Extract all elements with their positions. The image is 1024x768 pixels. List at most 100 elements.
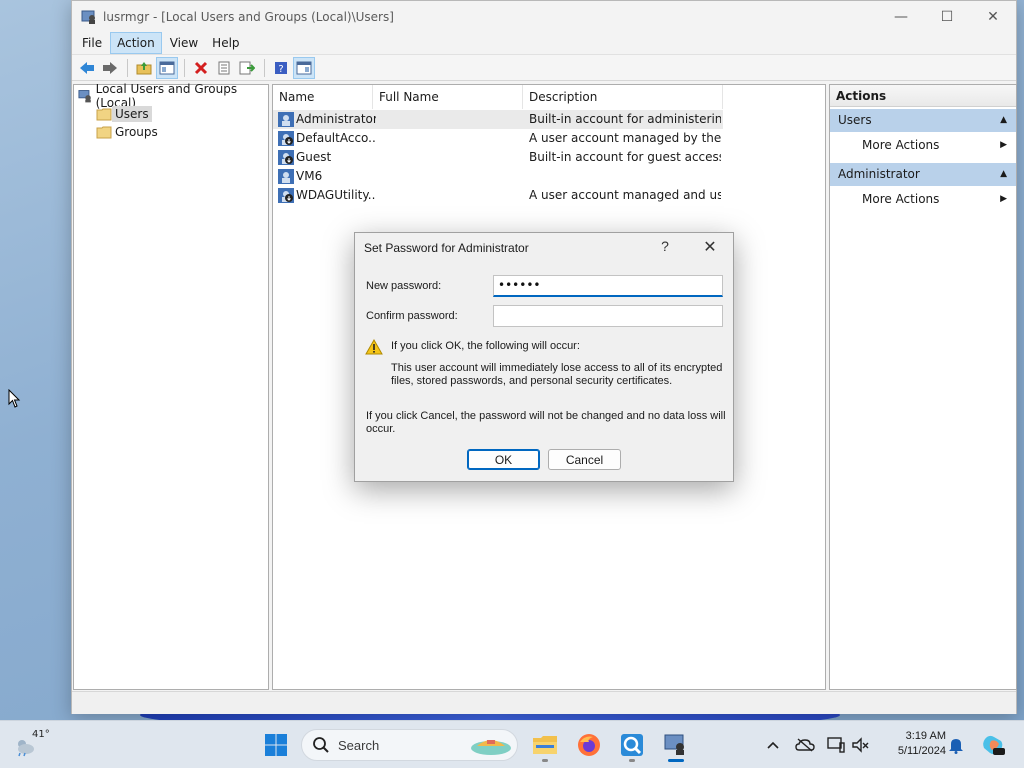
mouse-cursor-icon — [8, 389, 21, 408]
firefox-button[interactable] — [571, 727, 607, 763]
menu-bar: File Action View Help — [72, 32, 1016, 54]
forward-arrow-icon[interactable] — [99, 57, 121, 79]
user-icon — [278, 169, 294, 184]
menu-file[interactable]: File — [76, 33, 108, 53]
copilot-icon — [983, 735, 1005, 755]
volume-button[interactable] — [851, 735, 871, 755]
ok-button[interactable]: OK — [467, 449, 540, 470]
toolbar-separator — [184, 58, 185, 77]
active-indicator — [668, 759, 684, 762]
cell-full-name — [379, 110, 519, 129]
toolbar: ? — [72, 54, 1016, 81]
administrator-more-actions[interactable]: More Actions ▶ — [830, 187, 1016, 211]
running-indicator — [629, 759, 635, 762]
cell-name: WDAGUtility... — [296, 188, 376, 202]
tree-item-users[interactable]: Users — [96, 105, 152, 123]
warning-heading: If you click OK, the following will occu… — [391, 340, 580, 352]
collapse-up-icon[interactable]: ▲ — [1000, 163, 1007, 186]
properties-icon[interactable] — [213, 57, 235, 79]
export-list-icon[interactable] — [236, 57, 258, 79]
cancel-button[interactable]: Cancel — [548, 449, 621, 470]
table-row[interactable]: Administrator Built-in account for admin… — [273, 110, 723, 129]
network-button[interactable] — [826, 735, 846, 755]
table-row[interactable]: WDAGUtility... A user account managed an… — [273, 186, 723, 205]
computer-management-button[interactable] — [658, 727, 694, 763]
more-actions-label: More Actions — [862, 138, 940, 152]
cell-name: VM6 — [296, 169, 323, 183]
search-highlight-icon — [471, 740, 511, 755]
dialog-help-button[interactable]: ? — [655, 238, 675, 254]
confirm-password-field[interactable] — [493, 305, 723, 327]
tree-item-groups[interactable]: Groups — [96, 123, 161, 141]
copilot-button[interactable] — [980, 732, 1006, 758]
notifications-button[interactable] — [946, 735, 966, 755]
new-password-field[interactable]: •••••• — [493, 275, 723, 297]
users-more-actions[interactable]: More Actions ▶ — [830, 133, 1016, 157]
menu-view[interactable]: View — [164, 33, 204, 53]
toolbar-separator — [127, 58, 128, 77]
tree-root[interactable]: Local Users and Groups (Local) — [78, 82, 268, 110]
system-clock[interactable]: 3:19 AM 5/11/2024 — [880, 729, 946, 759]
table-row[interactable]: DefaultAcco... A user account managed by… — [273, 129, 723, 148]
minimize-button[interactable]: — — [878, 1, 924, 32]
window-controls: — ☐ ✕ — [878, 1, 1016, 32]
warning-body-line-2: files, stored passwords, and personal se… — [391, 375, 673, 387]
actions-section-administrator[interactable]: Administrator ▲ — [830, 163, 1016, 186]
actions-pane: Actions Users ▲ More Actions ▶ Administr… — [829, 84, 1017, 690]
confirm-password-label: Confirm password: — [366, 310, 458, 322]
cell-name: Guest — [296, 150, 332, 164]
help-icon[interactable]: ? — [270, 57, 292, 79]
warning-icon — [365, 339, 383, 355]
set-password-dialog: Set Password for Administrator ? ✕ New p… — [354, 232, 734, 482]
cell-description: A user account managed and use... — [529, 188, 721, 202]
menu-help[interactable]: Help — [206, 33, 245, 53]
more-actions-label: More Actions — [862, 192, 940, 206]
table-row[interactable]: Guest Built-in account for guest access … — [273, 148, 723, 167]
folder-icon — [96, 126, 112, 139]
search-icon — [313, 737, 329, 753]
back-arrow-icon[interactable] — [76, 57, 98, 79]
actions-section-users[interactable]: Users ▲ — [830, 109, 1016, 132]
magnifier-app-icon — [621, 734, 643, 756]
running-indicator — [542, 759, 548, 762]
user-disabled-icon — [278, 131, 294, 146]
speaker-muted-icon — [852, 737, 869, 753]
cancel-note-line-2: occur. — [366, 423, 396, 435]
delete-icon[interactable] — [190, 57, 212, 79]
file-explorer-button[interactable] — [527, 727, 563, 763]
users-app-icon — [664, 734, 684, 755]
maximize-button[interactable]: ☐ — [924, 1, 970, 32]
search-label: Search — [338, 737, 380, 753]
warning-body-line-1: This user account will immediately lose … — [391, 362, 723, 374]
menu-action[interactable]: Action — [110, 32, 162, 54]
cell-full-name — [379, 129, 519, 148]
actions-header: Actions — [830, 85, 1016, 107]
clock-time: 3:19 AM — [905, 730, 946, 742]
taskbar-search[interactable]: Search — [301, 729, 518, 761]
show-hidden-icons-button[interactable] — [763, 735, 783, 755]
magnifier-app-button[interactable] — [614, 727, 650, 763]
close-button[interactable]: ✕ — [970, 1, 1016, 32]
show-hide-action-pane-icon[interactable] — [293, 56, 315, 79]
dialog-title: Set Password for Administrator — [364, 241, 529, 255]
users-app-icon — [81, 10, 95, 24]
weather-temp: 41° — [32, 729, 50, 740]
title-bar[interactable]: lusrmgr - [Local Users and Groups (Local… — [72, 1, 1016, 32]
table-row[interactable]: VM6 — [273, 167, 723, 186]
folder-icon — [96, 108, 112, 121]
up-folder-icon[interactable] — [133, 57, 155, 79]
start-button[interactable] — [258, 727, 294, 763]
new-password-label: New password: — [366, 280, 442, 292]
column-header-description[interactable]: Description — [523, 85, 723, 109]
list-header: Name Full Name Description — [273, 85, 825, 109]
collapse-up-icon[interactable]: ▲ — [1000, 109, 1007, 132]
window-title: lusrmgr - [Local Users and Groups (Local… — [103, 9, 394, 24]
dialog-close-button[interactable]: ✕ — [700, 237, 720, 257]
cell-description: A user account managed by the s... — [529, 131, 721, 145]
column-header-full-name[interactable]: Full Name — [373, 85, 523, 109]
onedrive-status-button[interactable] — [795, 735, 815, 755]
weather-widget[interactable]: 41° — [14, 729, 54, 761]
cell-full-name — [379, 148, 519, 167]
show-hide-tree-icon[interactable] — [156, 56, 178, 79]
column-header-name[interactable]: Name — [273, 85, 373, 109]
